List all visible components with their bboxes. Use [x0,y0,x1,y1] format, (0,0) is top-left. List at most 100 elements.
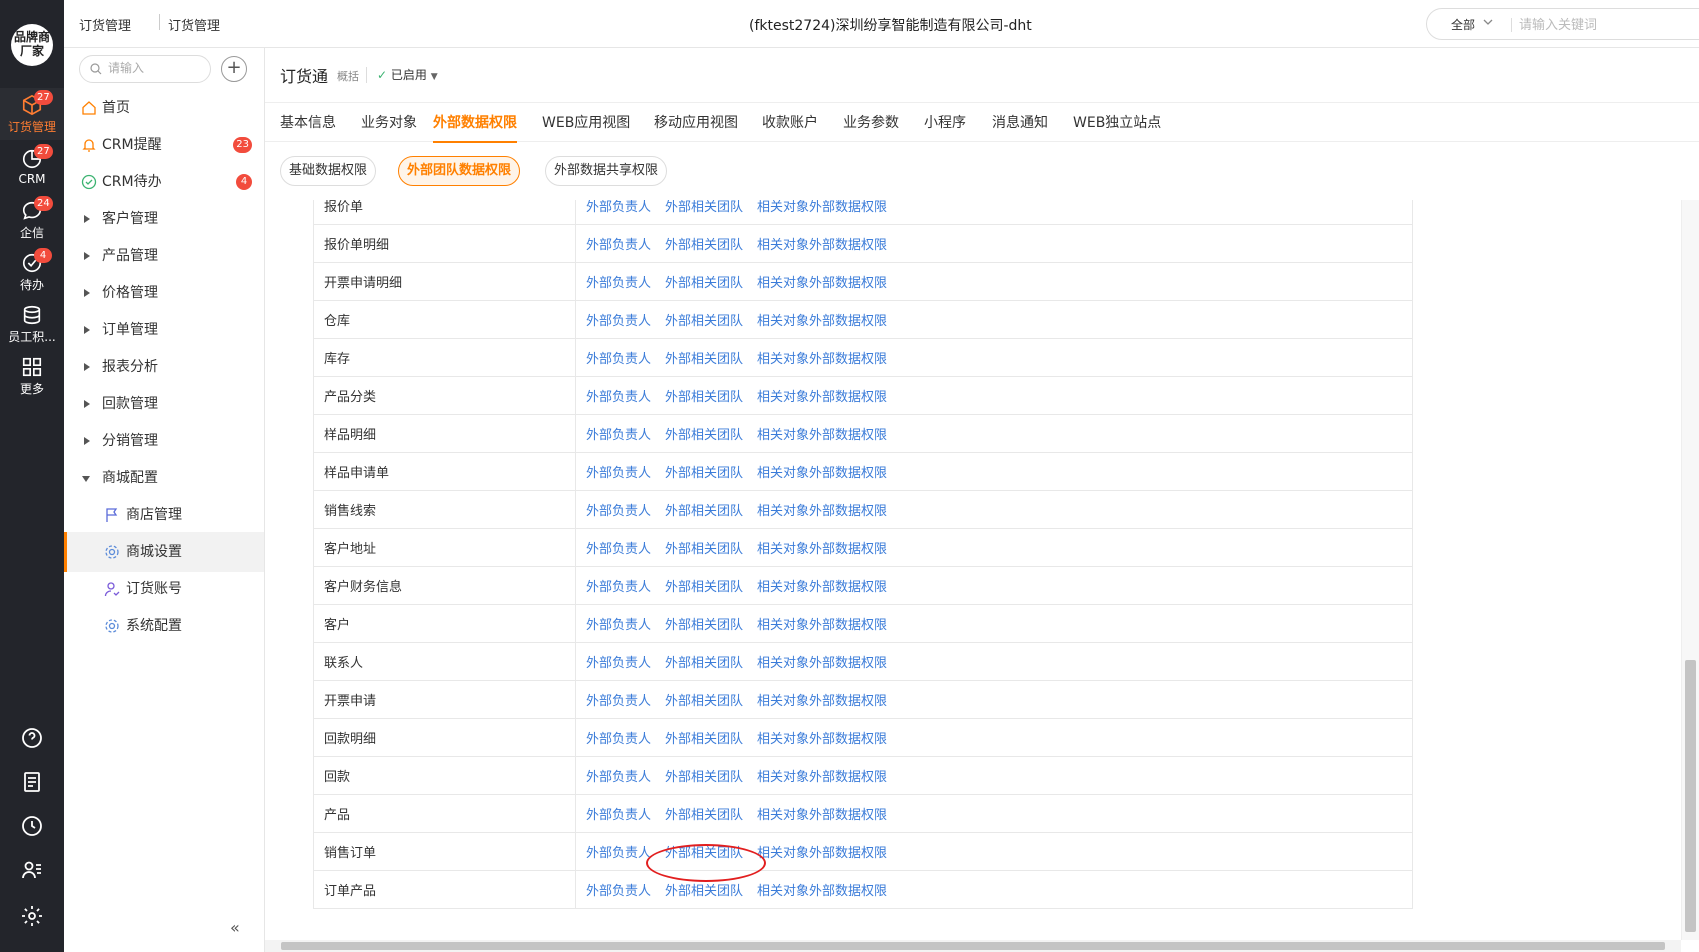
external-team-link[interactable]: 外部相关团队 [665,732,743,747]
vertical-scrollbar[interactable] [1681,200,1699,940]
clock-icon[interactable] [20,814,44,838]
related-object-permission-link[interactable]: 相关对象外部数据权限 [757,732,887,747]
related-object-permission-link[interactable]: 相关对象外部数据权限 [757,656,887,671]
sidebar-item-customer[interactable]: 客户管理 [64,199,264,239]
related-object-permission-link[interactable]: 相关对象外部数据权限 [757,504,887,519]
sidebar-item-home[interactable]: 首页 [64,88,264,128]
horizontal-scrollbar[interactable] [265,940,1681,952]
external-team-link[interactable]: 外部相关团队 [665,884,743,899]
rail-item-todo[interactable]: 4 待办 [0,246,64,298]
related-object-permission-link[interactable]: 相关对象外部数据权限 [757,618,887,633]
external-team-link[interactable]: 外部相关团队 [665,390,743,405]
sidebar-item-payment[interactable]: 回款管理 [64,384,264,424]
external-team-link[interactable]: 外部相关团队 [665,618,743,633]
sidebar-item-store-management[interactable]: 商店管理 [64,495,264,535]
external-team-link[interactable]: 外部相关团队 [665,466,743,481]
subtab-external-team-permission[interactable]: 外部团队数据权限 [398,156,521,186]
rail-item-messenger[interactable]: 24 企信 [0,194,64,246]
external-owner-link[interactable]: 外部负责人 [586,732,651,747]
related-object-permission-link[interactable]: 相关对象外部数据权限 [757,428,887,443]
scrollbar-thumb[interactable] [281,942,1665,950]
related-object-permission-link[interactable]: 相关对象外部数据权限 [757,352,887,367]
related-object-permission-link[interactable]: 相关对象外部数据权限 [757,846,887,861]
external-owner-link[interactable]: 外部负责人 [586,314,651,329]
external-owner-link[interactable]: 外部负责人 [586,618,651,633]
rail-item-employee-points[interactable]: 员工积... [0,298,64,350]
sidebar-item-mall-config[interactable]: 商城配置 [64,458,264,498]
sidebar-item-product[interactable]: 产品管理 [64,236,264,276]
tab-notifications[interactable]: 消息通知 [992,103,1048,143]
external-owner-link[interactable]: 外部负责人 [586,390,651,405]
tab-web-app-view[interactable]: WEB应用视图 [542,103,630,143]
related-object-permission-link[interactable]: 相关对象外部数据权限 [757,200,887,215]
status-dropdown[interactable]: ✓ 已启用 ▼ [377,66,438,83]
external-owner-link[interactable]: 外部负责人 [586,466,651,481]
external-team-link[interactable]: 外部相关团队 [665,580,743,595]
external-team-link[interactable]: 外部相关团队 [665,200,743,215]
settings-icon[interactable] [20,904,44,928]
tab-mobile-app-view[interactable]: 移动应用视图 [654,103,738,143]
rail-item-ordering[interactable]: 27 订货管理 [0,88,64,140]
related-object-permission-link[interactable]: 相关对象外部数据权限 [757,466,887,481]
sidebar-item-price[interactable]: 价格管理 [64,273,264,313]
help-icon[interactable] [20,726,44,750]
breadcrumb-app[interactable]: 订货管理 [79,15,131,34]
external-owner-link[interactable]: 外部负责人 [586,200,651,215]
global-search-input[interactable] [1519,15,1699,33]
external-owner-link[interactable]: 外部负责人 [586,504,651,519]
external-owner-link[interactable]: 外部负责人 [586,694,651,709]
add-button[interactable]: + [221,56,247,82]
rail-item-crm[interactable]: 27 CRM [0,142,64,194]
external-owner-link[interactable]: 外部负责人 [586,352,651,367]
external-owner-link[interactable]: 外部负责人 [586,770,651,785]
sidebar-item-order[interactable]: 订单管理 [64,310,264,350]
related-object-permission-link[interactable]: 相关对象外部数据权限 [757,770,887,785]
sidebar-search-input[interactable] [108,61,204,75]
scrollbar-thumb[interactable] [1685,660,1696,932]
external-team-link[interactable]: 外部相关团队 [665,656,743,671]
external-team-link[interactable]: 外部相关团队 [665,428,743,443]
rail-item-more[interactable]: 更多 [0,350,64,402]
contacts-icon[interactable] [20,858,44,882]
external-owner-link[interactable]: 外部负责人 [586,542,651,557]
search-scope-select[interactable]: 全部 [1451,16,1475,33]
tab-basic-info[interactable]: 基本信息 [280,103,336,143]
external-team-link[interactable]: 外部相关团队 [665,276,743,291]
sidebar-item-order-account[interactable]: 订货账号 [64,569,264,609]
sidebar-item-crm-todo[interactable]: CRM待办 4 [64,162,264,202]
external-team-link[interactable]: 外部相关团队 [665,504,743,519]
subtab-basic-data-permission[interactable]: 基础数据权限 [280,156,377,186]
notes-icon[interactable] [20,770,44,794]
external-owner-link[interactable]: 外部负责人 [586,656,651,671]
external-team-link[interactable]: 外部相关团队 [665,542,743,557]
breadcrumb-current[interactable]: 订货管理 [168,15,220,34]
related-object-permission-link[interactable]: 相关对象外部数据权限 [757,808,887,823]
related-object-permission-link[interactable]: 相关对象外部数据权限 [757,580,887,595]
sidebar-item-reports[interactable]: 报表分析 [64,347,264,387]
related-object-permission-link[interactable]: 相关对象外部数据权限 [757,884,887,899]
tab-payment-accounts[interactable]: 收款账户 [762,103,818,143]
tab-mini-program[interactable]: 小程序 [924,103,966,143]
related-object-permission-link[interactable]: 相关对象外部数据权限 [757,694,887,709]
sidebar-item-mall-settings[interactable]: 商城设置 [64,532,264,572]
tab-business-params[interactable]: 业务参数 [843,103,899,143]
external-owner-link[interactable]: 外部负责人 [586,846,651,861]
external-owner-link[interactable]: 外部负责人 [586,884,651,899]
subtab-external-sharing-permission[interactable]: 外部数据共享权限 [545,156,668,186]
external-owner-link[interactable]: 外部负责人 [586,808,651,823]
chevron-down-icon[interactable] [1483,17,1493,27]
collapse-sidebar-button[interactable]: « [230,918,240,937]
page-subtitle[interactable]: 概括 [337,68,359,84]
sidebar-item-system-config[interactable]: 系统配置 [64,606,264,646]
external-team-link[interactable]: 外部相关团队 [665,694,743,709]
sidebar-item-crm-reminders[interactable]: CRM提醒 23 [64,125,264,165]
external-team-link[interactable]: 外部相关团队 [665,238,743,253]
external-team-link[interactable]: 外部相关团队 [665,770,743,785]
tab-external-data-permissions[interactable]: 外部数据权限 [433,103,517,143]
external-owner-link[interactable]: 外部负责人 [586,580,651,595]
related-object-permission-link[interactable]: 相关对象外部数据权限 [757,542,887,557]
tab-web-site[interactable]: WEB独立站点 [1073,103,1161,143]
tab-business-objects[interactable]: 业务对象 [361,103,417,143]
external-owner-link[interactable]: 外部负责人 [586,276,651,291]
related-object-permission-link[interactable]: 相关对象外部数据权限 [757,314,887,329]
